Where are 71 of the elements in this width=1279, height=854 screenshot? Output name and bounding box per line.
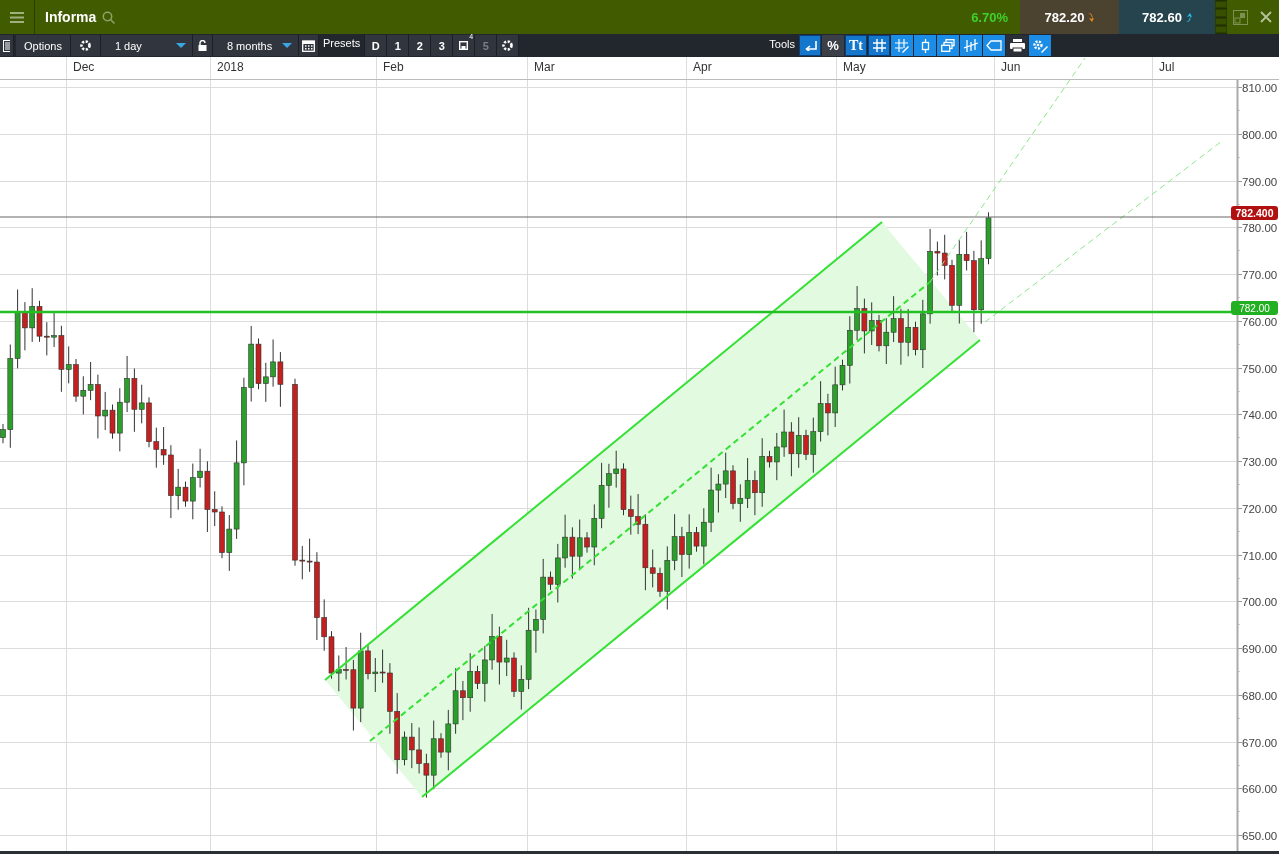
candlestick-icon <box>920 38 930 53</box>
down-arrow-icon <box>1087 11 1095 23</box>
price-axis-label: 760.00 <box>1242 315 1278 328</box>
last-price-tag: 782.400 <box>1231 206 1278 220</box>
percent-button[interactable]: % <box>822 35 844 56</box>
bars-icon <box>963 38 979 53</box>
search-icon[interactable] <box>102 10 116 24</box>
price-axis-label: 800.00 <box>1242 128 1278 141</box>
caret-icon <box>175 43 186 48</box>
sell-price-button[interactable]: 782.20 <box>1020 0 1119 34</box>
tools-label: Tools <box>769 37 795 50</box>
up-arrow-icon <box>1184 11 1192 23</box>
preset-button[interactable]: 2 <box>409 35 432 56</box>
date-axis-label: Feb <box>383 60 404 74</box>
price-axis-label: 660.00 <box>1242 782 1278 795</box>
price-axis-label: 810.00 <box>1242 81 1278 94</box>
date-axis-label: Apr <box>693 60 712 74</box>
price-axis-label: 720.00 <box>1242 502 1278 515</box>
price-axis-label: 790.00 <box>1242 175 1278 188</box>
price-axis-label: 770.00 <box>1242 268 1278 281</box>
candle-tool-button[interactable] <box>914 35 936 56</box>
tag-icon <box>986 40 1002 51</box>
save-icon[interactable] <box>459 41 469 50</box>
date-axis-label: Jul <box>1159 60 1175 74</box>
close-icon[interactable] <box>1260 11 1272 23</box>
price-axis-label: 650.00 <box>1242 829 1278 842</box>
gear-icon[interactable] <box>78 39 92 52</box>
price-axis-label: 710.00 <box>1242 549 1278 562</box>
options-button[interactable]: Options <box>16 35 71 56</box>
menu-icon[interactable] <box>10 11 24 23</box>
date-axis-label: Mar <box>534 60 555 74</box>
grid-pencil-icon <box>895 38 909 53</box>
price-axis-label: 700.00 <box>1242 595 1278 608</box>
calendar-icon[interactable] <box>301 39 315 52</box>
back-tool-button[interactable] <box>799 35 821 56</box>
preset-button[interactable]: 1 <box>387 35 410 56</box>
printer-icon <box>1009 39 1025 52</box>
options-menu-button[interactable] <box>0 35 14 56</box>
price-axis-label: 680.00 <box>1242 689 1278 702</box>
price-axis-label: 670.00 <box>1242 736 1278 749</box>
print-tool-button[interactable] <box>1006 35 1028 56</box>
interval-dropdown[interactable]: 1 day <box>100 35 193 56</box>
instrument-name: Informa <box>45 9 97 25</box>
windows-tool-button[interactable] <box>937 35 959 56</box>
preset-button[interactable]: D <box>365 35 388 56</box>
date-axis-label: Dec <box>73 60 95 74</box>
date-axis-label: May <box>843 60 866 74</box>
popout-icon[interactable] <box>1232 9 1248 25</box>
list-icon <box>3 39 10 52</box>
back-arrow-icon <box>803 40 817 51</box>
text-tool-button[interactable]: Tt <box>845 35 867 56</box>
price-axis-label: 780.00 <box>1242 221 1278 234</box>
date-axis-label: 2018 <box>217 60 244 74</box>
price-axis-label: 690.00 <box>1242 642 1278 655</box>
windows-icon <box>941 39 955 52</box>
price-line-tag: 782.00 <box>1231 301 1278 315</box>
price-axis-label: 730.00 <box>1242 455 1278 468</box>
gear-pencil-icon <box>1032 38 1048 53</box>
date-axis-label: Jun <box>1001 60 1021 74</box>
lock-icon[interactable] <box>197 40 207 51</box>
grid-tool-button[interactable] <box>868 35 890 56</box>
period-dropdown[interactable]: 8 months <box>212 35 299 56</box>
caret-icon <box>281 43 292 48</box>
bars-tool-button[interactable] <box>960 35 982 56</box>
price-axis-label: 750.00 <box>1242 362 1278 375</box>
gear-icon[interactable] <box>501 39 515 52</box>
price-axis-label: 740.00 <box>1242 408 1278 421</box>
preset-button[interactable]: 3 <box>431 35 454 56</box>
buy-price-button[interactable]: 782.60 <box>1119 0 1215 34</box>
change-percent: 6.70% <box>971 9 1008 25</box>
grid-icon <box>872 39 886 52</box>
